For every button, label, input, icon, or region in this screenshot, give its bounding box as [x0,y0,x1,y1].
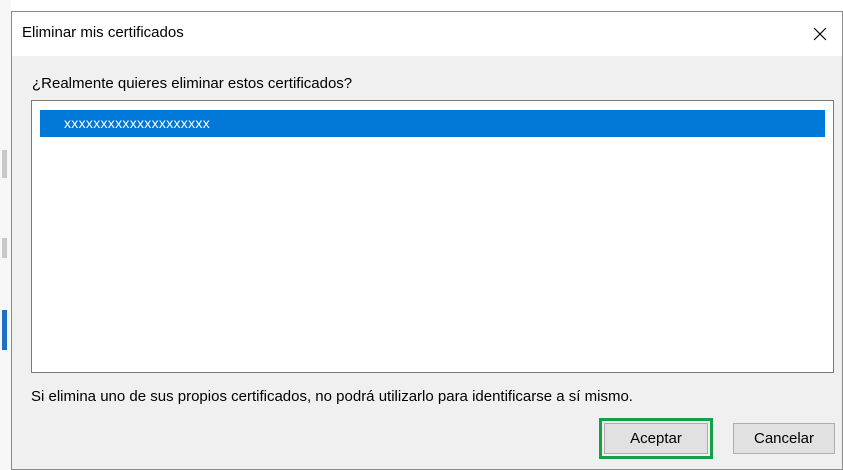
close-button[interactable] [798,12,842,56]
background-accent-mark [2,310,7,350]
certificates-list[interactable]: xxxxxxxxxxxxxxxxxxxx [31,100,834,373]
close-icon [813,27,827,41]
accept-button[interactable]: Aceptar [599,418,713,459]
confirmation-question: ¿Realmente quieres eliminar estos certif… [32,75,353,92]
title-bar: Eliminar mis certificados [12,12,842,56]
dialog-title: Eliminar mis certificados [22,24,184,41]
background-mark [2,238,7,258]
certificate-list-item[interactable]: xxxxxxxxxxxxxxxxxxxx [40,110,825,137]
delete-certificates-dialog: Eliminar mis certificados ¿Realmente qui… [11,11,843,470]
warning-text: Si elimina uno de sus propios certificad… [31,388,633,405]
cancel-button[interactable]: Cancelar [733,423,835,454]
background-window-edge [0,0,11,470]
background-mark [2,150,7,178]
